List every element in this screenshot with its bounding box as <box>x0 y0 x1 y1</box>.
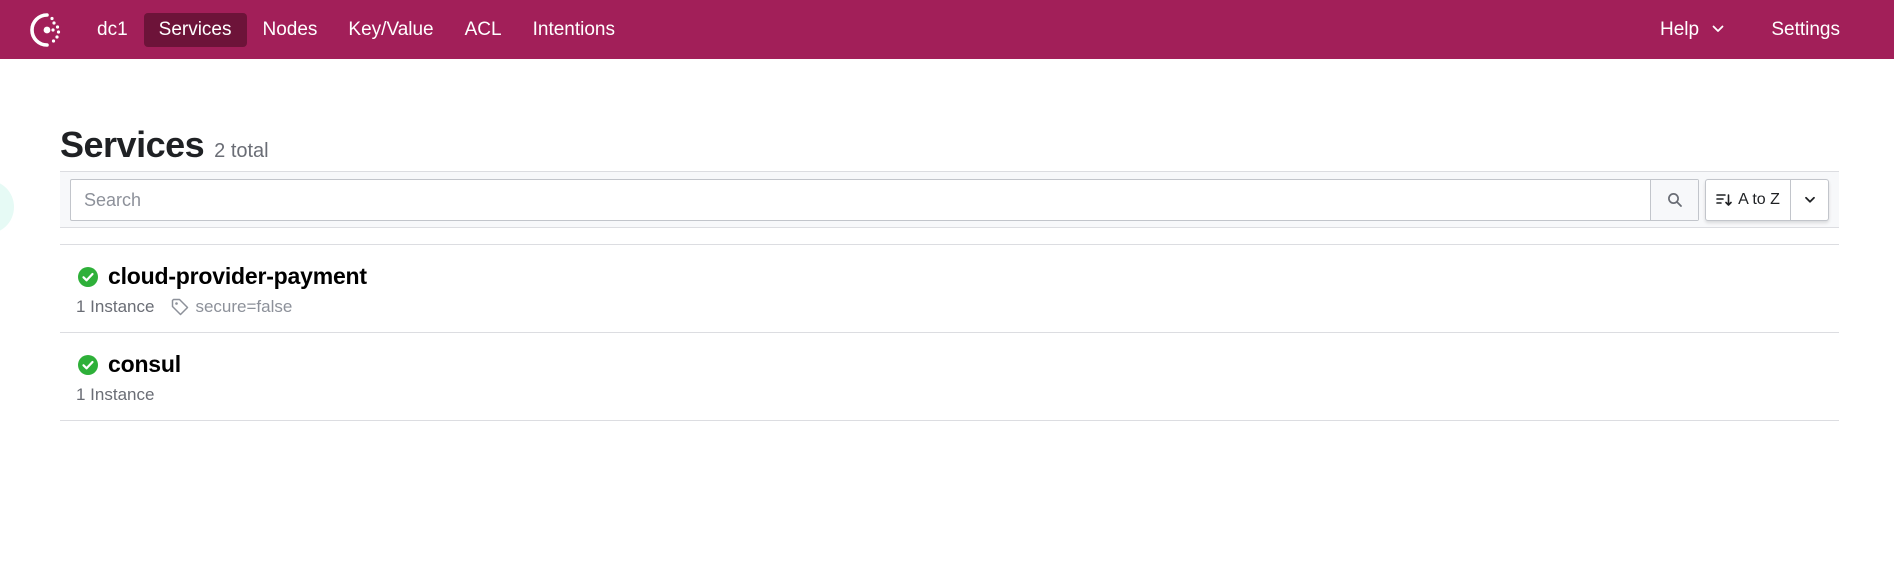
search-bar <box>70 179 1699 221</box>
nav-item-settings[interactable]: Settings <box>1756 13 1855 47</box>
sort-icon <box>1716 194 1732 206</box>
chevron-down-icon <box>1804 196 1815 203</box>
search-input[interactable] <box>71 180 1650 220</box>
service-row-header: cloud-provider-payment <box>78 263 367 290</box>
nav-item-key-value[interactable]: Key/Value <box>333 13 448 47</box>
sort-control: A to Z <box>1705 179 1829 221</box>
secondary-nav: Help Settings <box>1629 0 1856 59</box>
service-meta: 1 Instance secure=false <box>76 297 292 317</box>
passing-check-icon <box>78 266 98 287</box>
service-row-header: consul <box>78 351 181 378</box>
sort-button[interactable]: A to Z <box>1706 180 1790 220</box>
top-nav: dc1 Services Nodes Key/Value ACL Intenti… <box>0 0 1894 59</box>
nav-item-intentions[interactable]: Intentions <box>518 13 630 47</box>
primary-nav: dc1 Services Nodes Key/Value ACL Intenti… <box>82 0 631 59</box>
service-meta: 1 Instance <box>76 385 154 405</box>
services-list: cloud-provider-payment 1 Instance secure… <box>60 244 1839 421</box>
passing-check-icon <box>78 354 98 375</box>
tag-icon <box>172 298 189 316</box>
page-title: Services <box>60 124 205 165</box>
services-count: 2 total <box>214 140 269 162</box>
service-name-link[interactable]: consul <box>108 351 181 378</box>
service-name-link[interactable]: cloud-provider-payment <box>108 263 367 290</box>
nav-item-services[interactable]: Services <box>143 12 247 47</box>
datacenter-selector[interactable]: dc1 <box>82 13 143 47</box>
page-header: Services 2 total <box>60 124 269 166</box>
nav-item-nodes[interactable]: Nodes <box>248 13 333 47</box>
search-button[interactable] <box>1650 180 1698 220</box>
instance-count: 1 Instance <box>76 385 155 404</box>
help-menu[interactable]: Help <box>1645 13 1739 47</box>
decorative-bubble <box>0 180 14 234</box>
service-tags: secure=false <box>170 297 292 317</box>
consul-logo-icon[interactable] <box>28 11 66 49</box>
nav-item-acl[interactable]: ACL <box>450 13 517 47</box>
service-row[interactable]: consul 1 Instance <box>60 333 1839 421</box>
help-label: Help <box>1659 18 1700 40</box>
instance-count: 1 Instance <box>76 297 155 316</box>
tag-label: secure=false <box>195 297 293 316</box>
filter-toolbar: A to Z <box>60 171 1839 228</box>
chevron-down-icon <box>1712 26 1724 33</box>
search-icon <box>1667 193 1682 207</box>
sort-dropdown-toggle[interactable] <box>1790 180 1828 220</box>
sort-label: A to Z <box>1738 191 1780 208</box>
service-row[interactable]: cloud-provider-payment 1 Instance secure… <box>60 245 1839 333</box>
